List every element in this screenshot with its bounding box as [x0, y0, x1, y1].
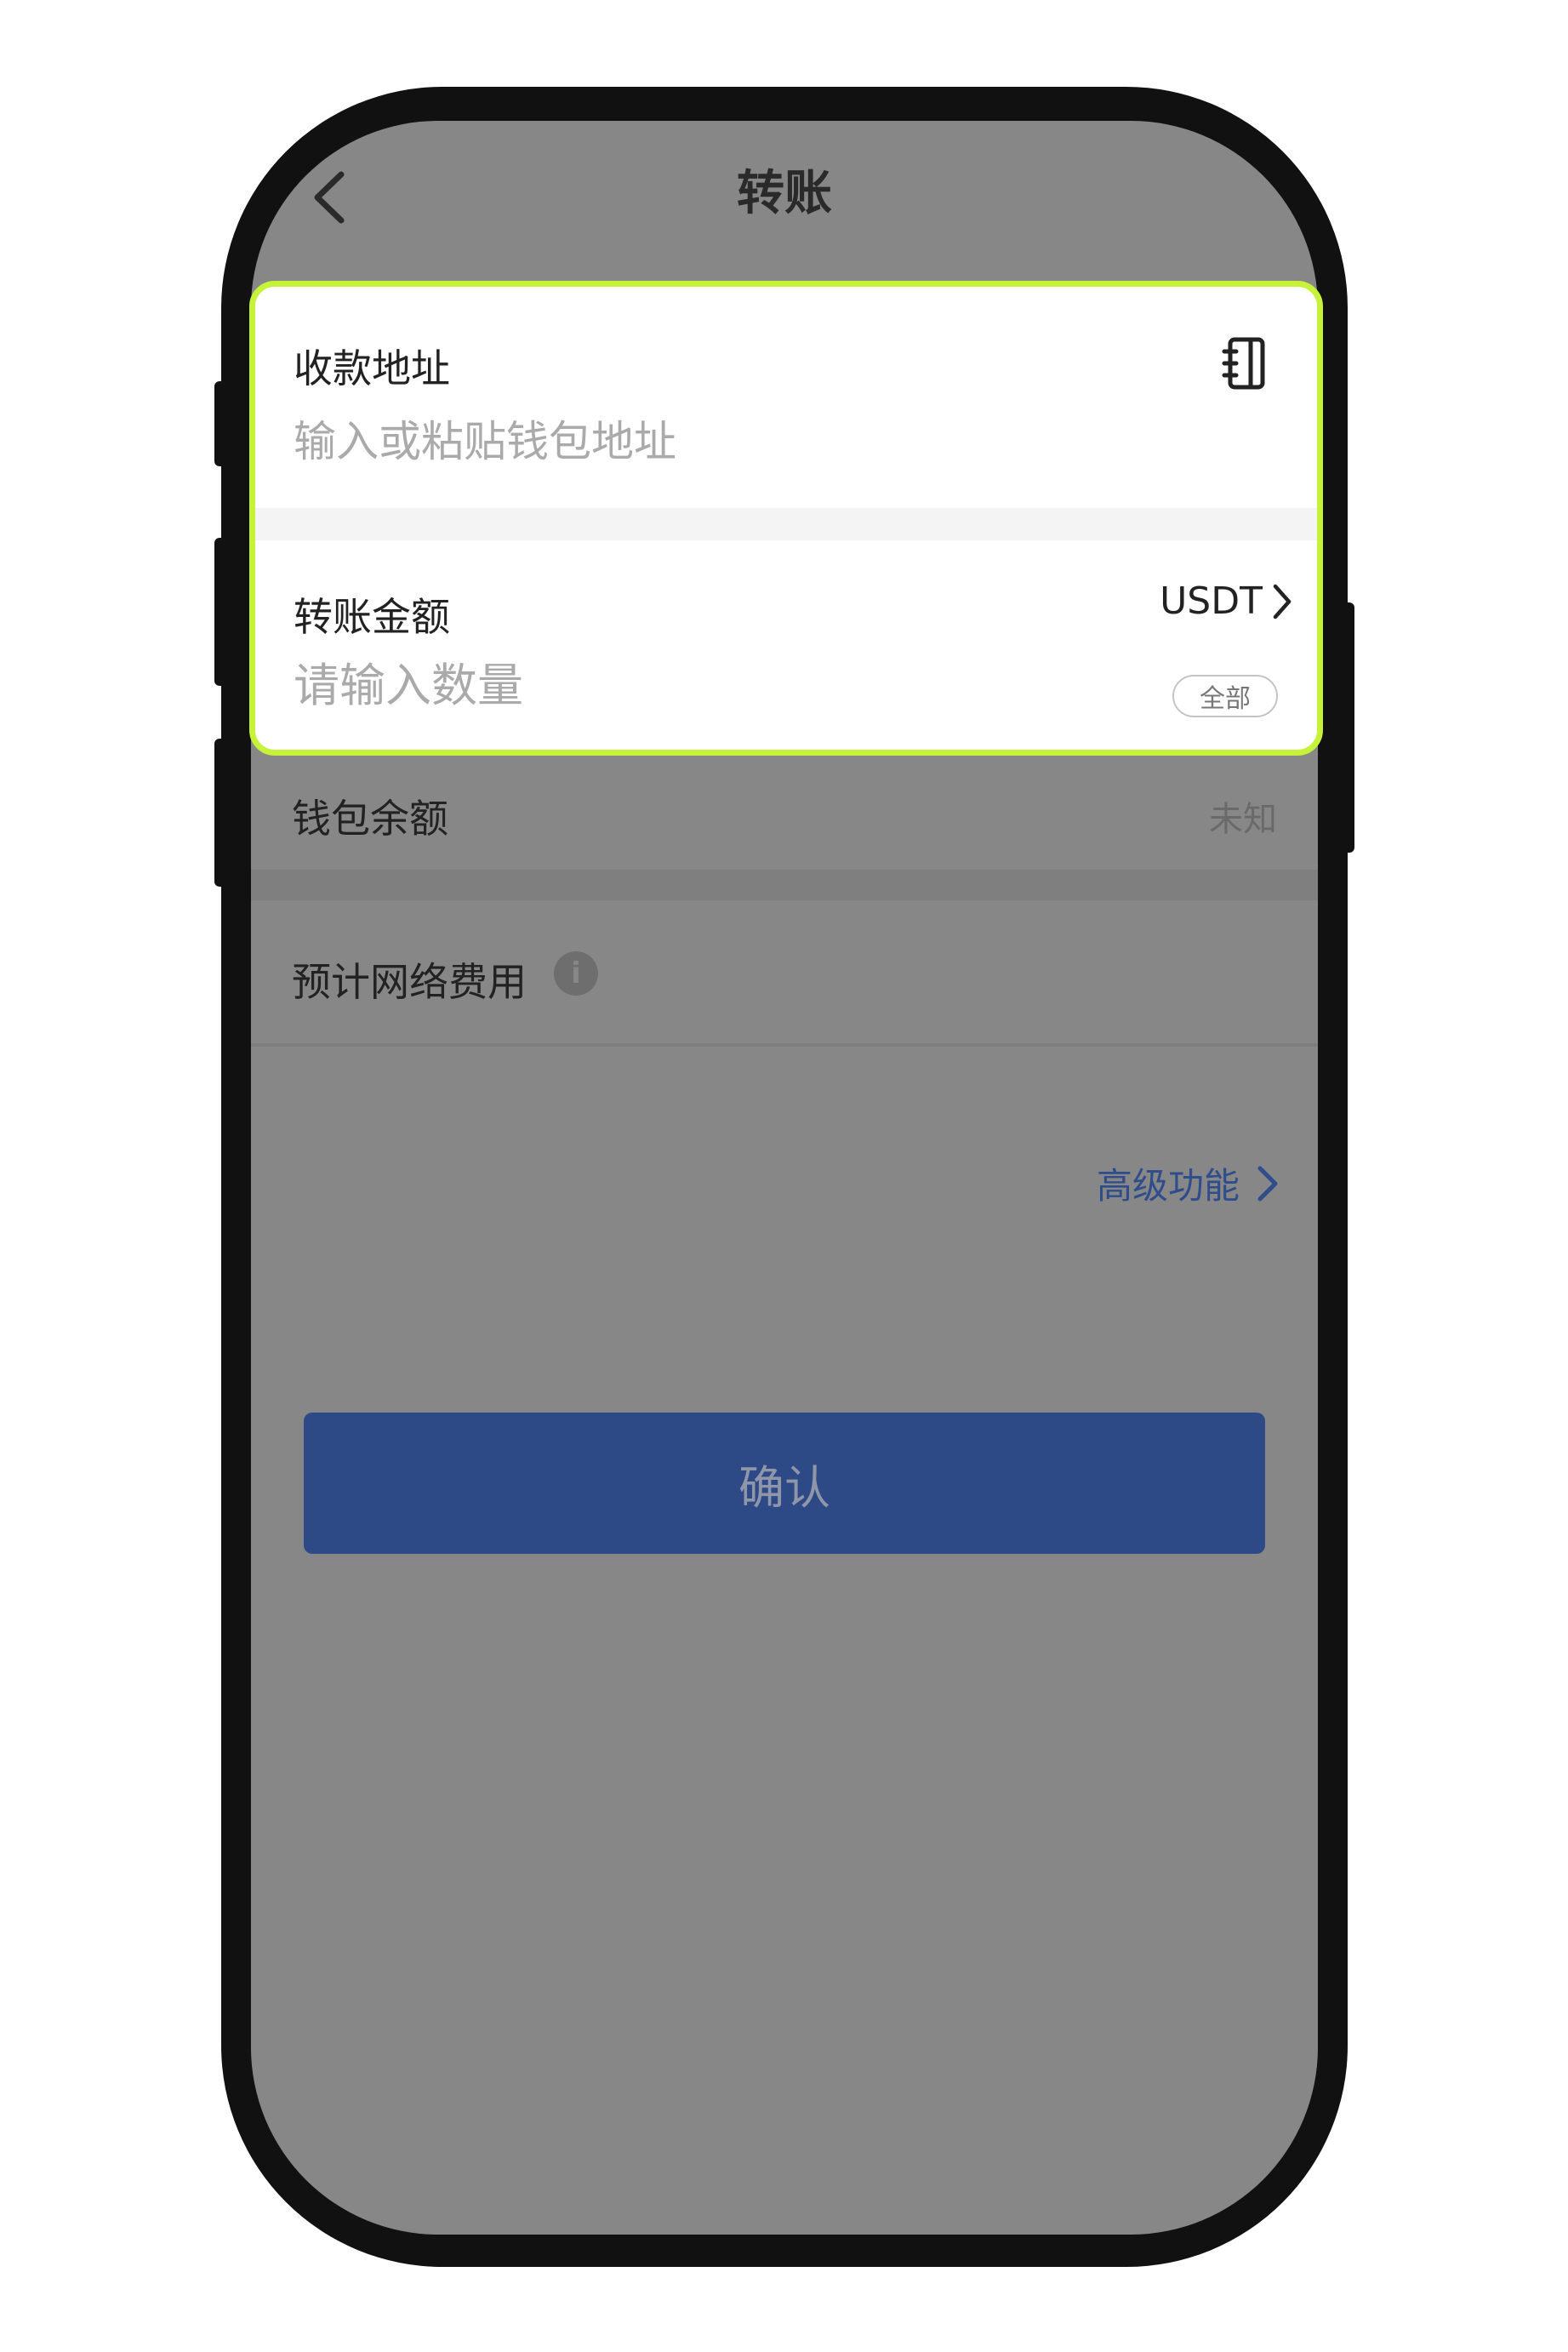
balance-value: 未知 [1209, 800, 1277, 839]
currency-value: USDT [1160, 579, 1263, 623]
advanced-settings-label: 高级功能 [1096, 1165, 1240, 1207]
currency-selector[interactable]: USDT [1160, 579, 1293, 623]
section-divider [251, 870, 1318, 900]
info-icon[interactable]: i [554, 951, 598, 996]
confirm-button[interactable]: 确认 [304, 1413, 1265, 1554]
amount-label: 转账金额 [294, 594, 450, 640]
fee-bottom-edge [251, 1043, 1318, 1047]
address-book-button[interactable] [1217, 334, 1274, 392]
balance-label: 钱包余额 [292, 796, 448, 842]
amount-input[interactable] [294, 653, 1059, 717]
chevron-right-icon [1257, 1166, 1278, 1201]
recipient-address-label: 收款地址 [294, 345, 450, 391]
fee-label: 预计网络费用 [292, 959, 527, 1005]
fee-row: 预计网络费用 i [251, 900, 1318, 1043]
advanced-settings-link[interactable]: 高级功能 [1097, 1157, 1280, 1209]
balance-row: 钱包余额 未知 [251, 759, 1318, 870]
max-amount-button[interactable]: 全部 [1172, 675, 1278, 717]
address-book-icon [1222, 337, 1265, 390]
page-title: 转账 [737, 166, 832, 221]
chevron-right-icon [1273, 584, 1291, 619]
recipient-address-input[interactable] [294, 411, 1144, 472]
transfer-input-card: 收款地址 转账金额 USDT 全部 [249, 281, 1323, 756]
section-gap [255, 508, 1317, 540]
